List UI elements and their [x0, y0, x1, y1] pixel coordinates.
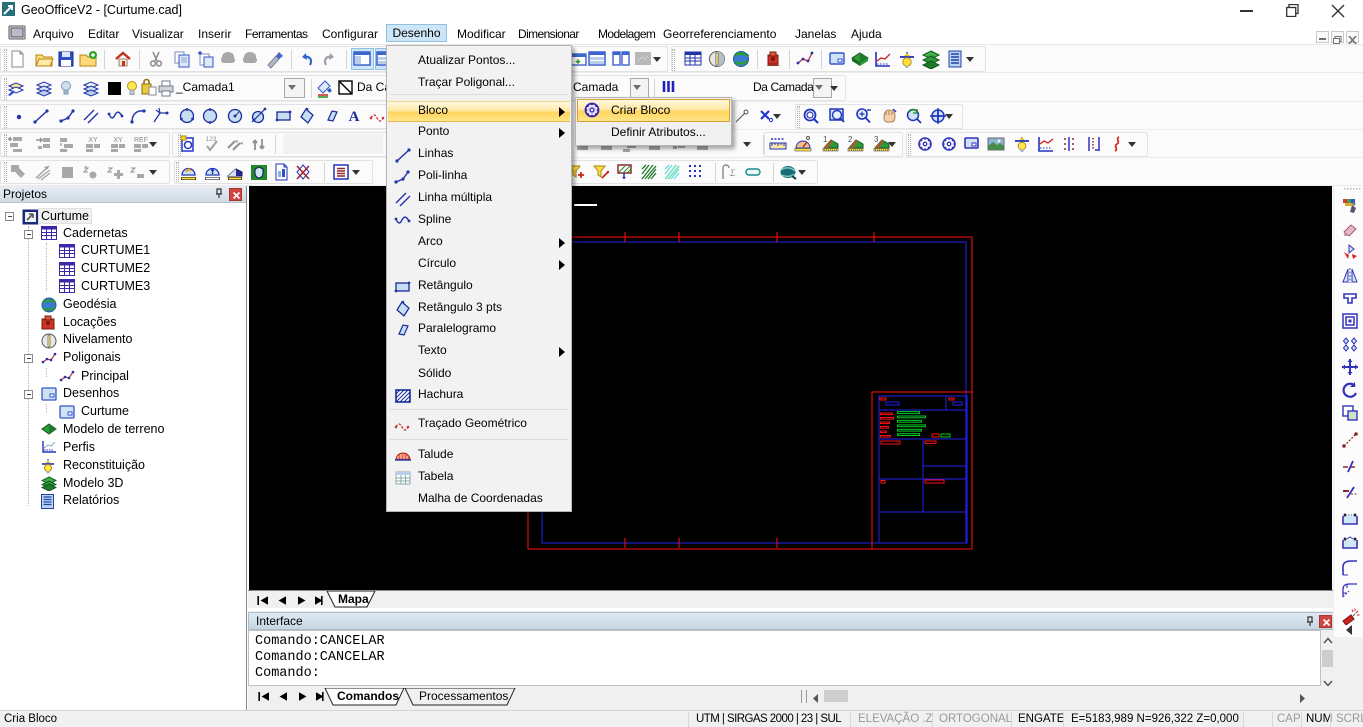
svg-text:1: 1	[823, 135, 828, 144]
svg-text:XY: XY	[88, 137, 98, 144]
svg-text:A: A	[349, 109, 360, 125]
svg-text:XY: XY	[113, 137, 123, 144]
svg-text:3: 3	[874, 135, 879, 144]
svg-text:REF: REF	[134, 137, 148, 144]
svg-text:Σ: Σ	[729, 168, 736, 178]
svg-text:2: 2	[848, 135, 853, 144]
